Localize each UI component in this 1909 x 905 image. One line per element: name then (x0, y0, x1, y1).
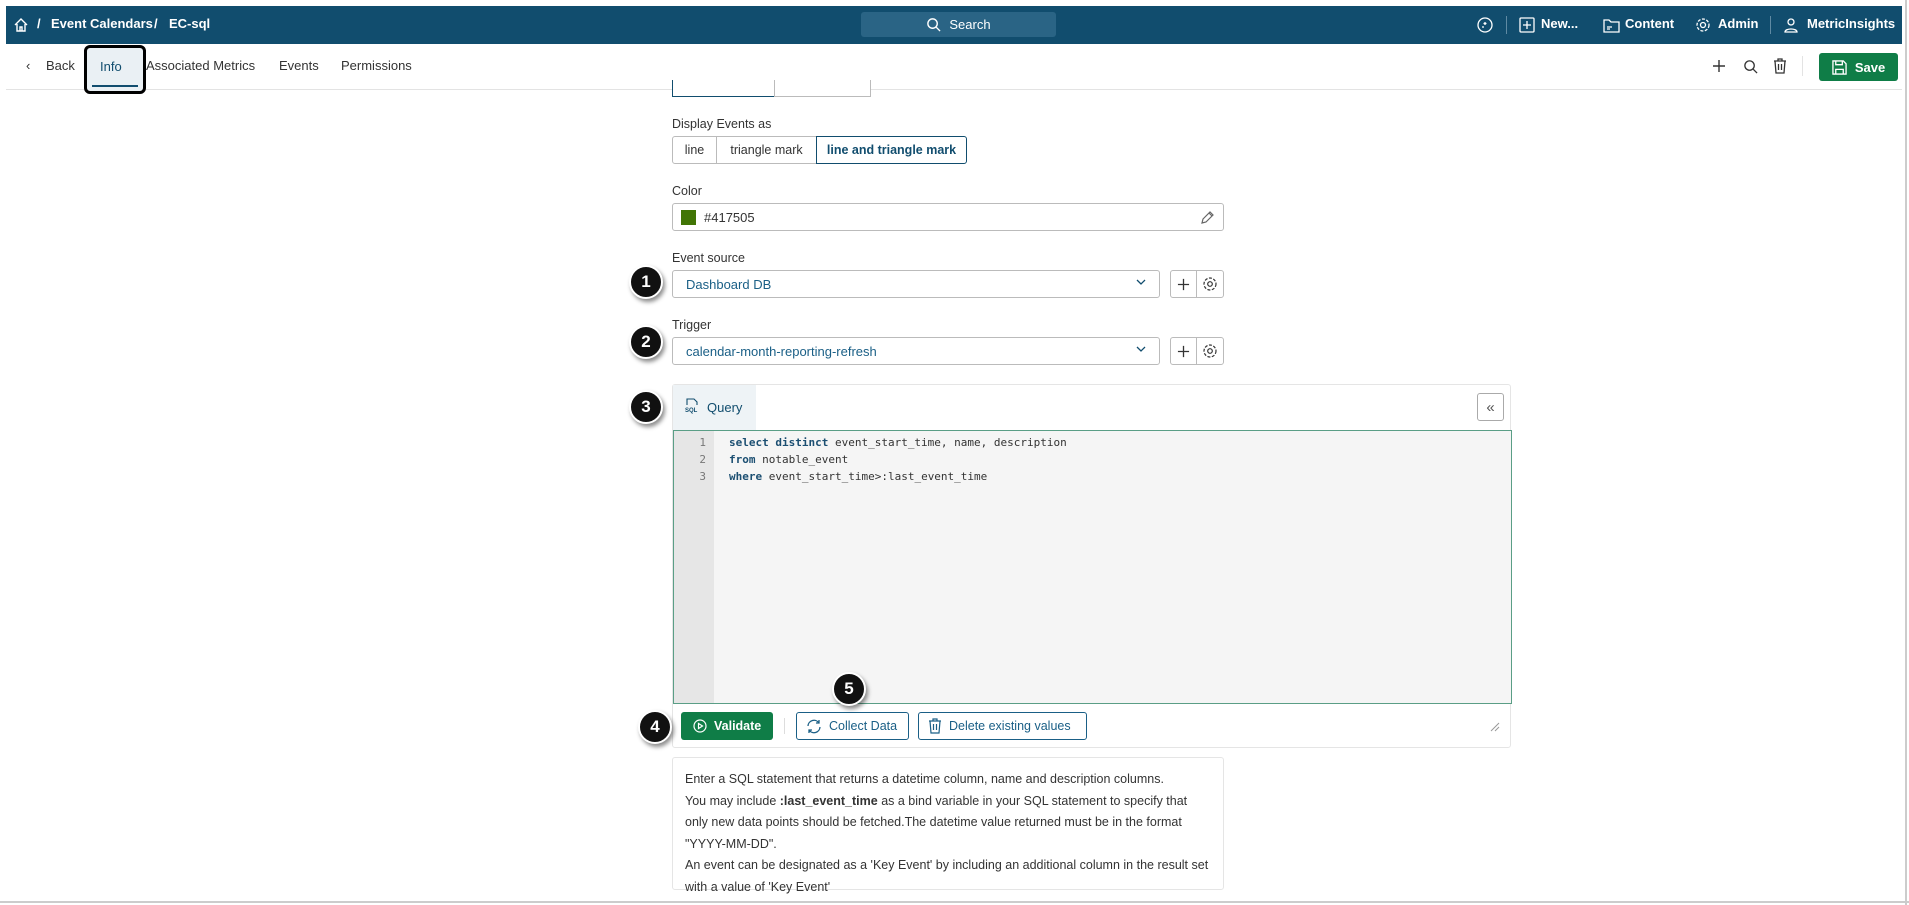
trigger-value: calendar-month-reporting-refresh (686, 343, 877, 359)
trigger-label: Trigger (672, 318, 712, 332)
callout-5: 5 (832, 672, 866, 706)
new-menu[interactable]: New... (1541, 16, 1578, 31)
delete-existing-values-button[interactable]: Delete existing values (918, 712, 1087, 740)
ai-sparkle-icon[interactable] (1476, 16, 1494, 34)
chevron-down-icon (1135, 343, 1147, 358)
query-editor-panel: SQL Query « 1 2 3 select distinct event_… (672, 384, 1512, 748)
help-line: An event can be designated as a 'Key Eve… (685, 858, 1209, 894)
search-icon (927, 18, 941, 32)
tab-bar: ‹ Back Info Associated Metrics Events Pe… (6, 44, 1902, 94)
validate-button[interactable]: Validate (681, 712, 774, 740)
display-option-line-and-triangle-mark[interactable]: line and triangle mark (816, 136, 967, 164)
validate-label: Validate (714, 719, 762, 733)
event-source-label: Event source (672, 251, 745, 265)
trash-icon (929, 718, 941, 734)
collect-data-button[interactable]: Collect Data (796, 712, 909, 740)
trash-icon[interactable] (1772, 57, 1788, 75)
add-icon[interactable] (1711, 58, 1727, 74)
code-line: select distinct event_start_time, name, … (729, 436, 1067, 449)
chevron-down-icon (1135, 276, 1147, 291)
help-line: You may include :last_event_time as a bi… (685, 793, 1188, 851)
display-events-label: Display Events as (672, 117, 772, 131)
help-line: Enter a SQL statement that returns a dat… (685, 772, 1164, 786)
gear-icon (1203, 277, 1217, 291)
trigger-select[interactable]: calendar-month-reporting-refresh (672, 337, 1160, 365)
color-swatch[interactable] (681, 209, 696, 225)
svg-text:SQL: SQL (685, 408, 698, 414)
line-number: 1 (699, 436, 706, 449)
breadcrumb-separator: / (37, 16, 41, 31)
back-chevron-icon[interactable]: ‹ (26, 58, 30, 73)
pencil-icon[interactable] (1201, 210, 1215, 227)
play-circle-icon (693, 719, 707, 733)
line-number: 3 (699, 470, 706, 483)
tab-events[interactable]: Events (279, 58, 319, 73)
save-button[interactable]: Save (1819, 53, 1898, 81)
display-option-line[interactable]: line (672, 136, 717, 164)
breadcrumb-current: EC-sql (169, 16, 211, 31)
event-source-settings-button[interactable] (1196, 270, 1224, 298)
callout-3: 3 (629, 390, 663, 424)
refresh-icon (807, 719, 821, 733)
admin-menu[interactable]: Admin (1718, 16, 1758, 31)
code-line: where event_start_time>:last_event_time (729, 470, 988, 483)
collect-label: Collect Data (829, 719, 898, 733)
callout-1: 1 (629, 265, 663, 299)
search-icon[interactable] (1742, 58, 1758, 74)
help-text: Enter a SQL statement that returns a dat… (672, 757, 1224, 894)
resize-handle-icon[interactable] (1490, 720, 1500, 735)
plus-icon (1177, 345, 1190, 357)
content-menu[interactable]: Content (1625, 16, 1674, 31)
delete-label: Delete existing values (949, 719, 1071, 733)
trigger-settings-button[interactable] (1196, 337, 1224, 365)
folder-icon[interactable] (1602, 16, 1620, 34)
tab-associated-metrics[interactable]: Associated Metrics (146, 58, 255, 73)
collapse-panel-button[interactable]: « (1477, 393, 1504, 421)
save-disk-icon (1832, 59, 1847, 75)
line-number-gutter: 1 2 3 (674, 431, 714, 703)
query-tab-label: Query (707, 400, 743, 415)
color-label: Color (672, 184, 702, 198)
add-event-source-button[interactable] (1170, 270, 1197, 298)
save-label: Save (1854, 59, 1886, 75)
tab-query[interactable]: SQL Query (673, 385, 756, 430)
tab-info-label: Info (100, 59, 122, 74)
segment-partial[interactable] (774, 80, 871, 97)
gear-icon (1203, 344, 1217, 358)
line-number: 2 (699, 453, 706, 466)
home-icon[interactable] (12, 16, 30, 34)
tab-info[interactable]: Info (84, 45, 146, 94)
gear-icon[interactable] (1694, 16, 1712, 34)
color-value: #417505 (704, 209, 755, 225)
search-label: Search (949, 17, 991, 32)
new-plus-square-icon[interactable] (1518, 16, 1536, 34)
page-border (1905, 0, 1907, 905)
tab-permissions[interactable]: Permissions (341, 58, 412, 73)
add-trigger-button[interactable] (1170, 337, 1197, 365)
plus-icon (1177, 278, 1190, 290)
callout-4: 4 (638, 710, 672, 744)
code-line: from notable_event (729, 453, 849, 466)
user-icon[interactable] (1782, 16, 1800, 34)
callout-2: 2 (629, 325, 663, 359)
sql-file-icon: SQL (685, 398, 699, 417)
display-option-triangle-mark[interactable]: triangle mark (716, 136, 817, 164)
sql-code-editor[interactable]: 1 2 3 select distinct event_start_time, … (673, 430, 1512, 704)
page-border (0, 901, 1909, 903)
back-button[interactable]: Back (46, 58, 75, 73)
breadcrumb-separator: / (154, 16, 158, 31)
search-button[interactable]: Search (861, 12, 1056, 37)
user-menu[interactable]: MetricInsights (1807, 16, 1895, 31)
event-source-select[interactable]: Dashboard DB (672, 270, 1160, 298)
segment-partial-selected[interactable] (672, 80, 775, 97)
color-input[interactable]: #417505 (672, 203, 1224, 231)
top-navigation-bar: / Event Calendars / EC-sql Search New...… (6, 6, 1902, 44)
breadcrumb-event-calendars[interactable]: Event Calendars (51, 16, 153, 31)
event-source-value: Dashboard DB (686, 276, 772, 292)
